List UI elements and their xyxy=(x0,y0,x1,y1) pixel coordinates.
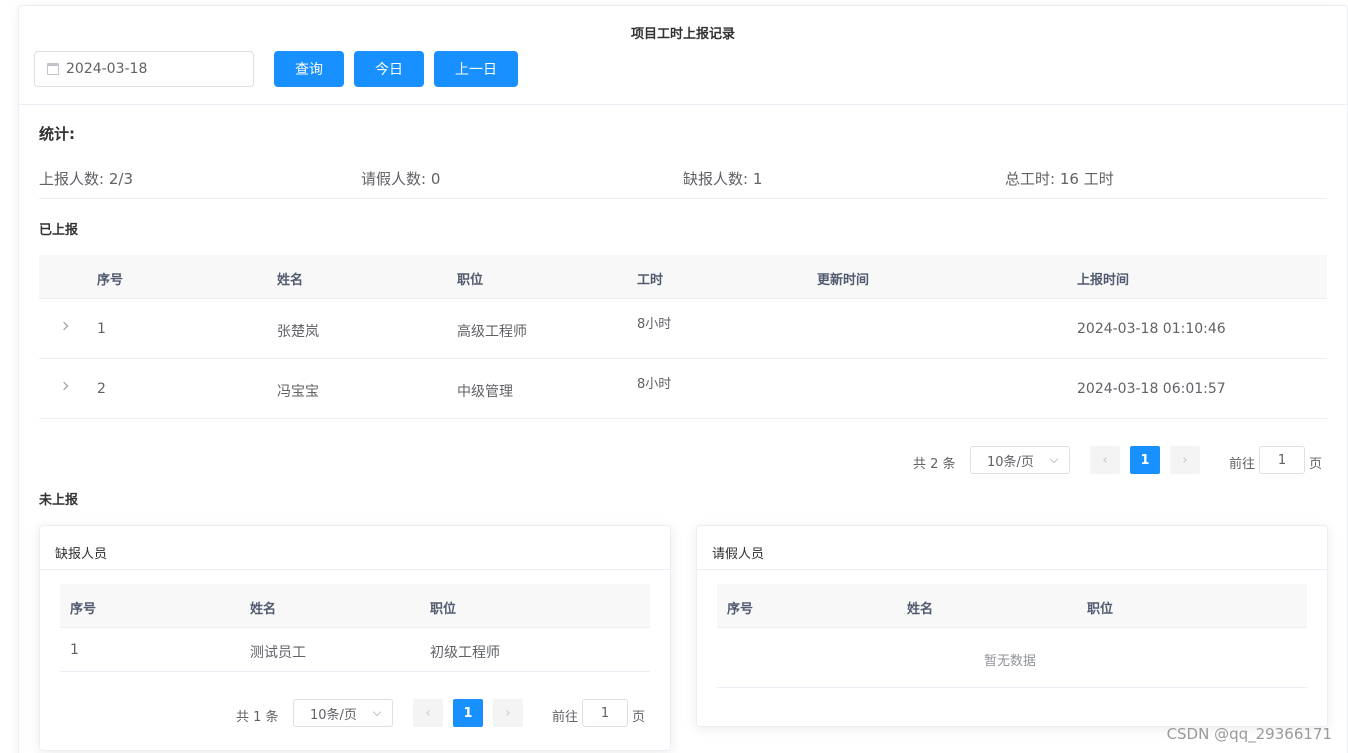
reported-table-header: 序号 姓名 职位 工时 更新时间 上报时间 xyxy=(39,255,1327,299)
watermark: CSDN @qq_29366171 xyxy=(1166,725,1332,743)
table-row: 1 测试员工 初级工程师 xyxy=(60,628,650,672)
col-name: 姓名 xyxy=(250,602,277,617)
page-title: 项目工时上报记录 xyxy=(630,27,735,42)
chevron-right-icon[interactable] xyxy=(59,321,69,331)
missing-table-header: 序号 姓名 职位 xyxy=(60,584,650,628)
leave-table: 序号 姓名 职位 暂无数据 xyxy=(717,584,1307,688)
row-hours: 8小时 xyxy=(637,317,672,332)
page-size-select[interactable]: 10条/页 xyxy=(970,446,1070,474)
stat-reported-value: 2/3 xyxy=(108,170,133,188)
goto-label: 前往 xyxy=(1229,457,1256,472)
today-button[interactable]: 今日 xyxy=(354,51,424,87)
leave-table-header: 序号 姓名 职位 xyxy=(717,584,1307,628)
page-unit-label: 页 xyxy=(632,710,646,725)
goto-label: 前往 xyxy=(552,710,579,725)
col-index: 序号 xyxy=(97,273,124,288)
stat-missing-label: 缺报人数: xyxy=(683,170,749,188)
row-index: 1 xyxy=(70,642,79,658)
leave-card-title: 请假人员 xyxy=(712,547,765,562)
unreported-section-label: 未上报 xyxy=(39,493,79,508)
row-position: 初级工程师 xyxy=(430,645,500,661)
col-reported-at: 上报时间 xyxy=(1077,273,1130,288)
table-row: 2 冯宝宝 中级管理 8小时 2024-03-18 06:01:57 xyxy=(39,359,1327,419)
chevron-right-icon: › xyxy=(505,705,511,721)
next-page-button[interactable]: › xyxy=(493,699,523,727)
row-reported-at: 2024-03-18 06:01:57 xyxy=(1077,381,1226,397)
calendar-icon xyxy=(47,63,59,75)
prev-page-button[interactable]: ‹ xyxy=(1090,446,1120,474)
row-name: 张楚岚 xyxy=(277,324,319,340)
row-position: 高级工程师 xyxy=(457,324,527,340)
col-position: 职位 xyxy=(430,602,457,617)
col-updated: 更新时间 xyxy=(817,273,870,288)
row-index: 2 xyxy=(97,381,106,397)
col-name: 姓名 xyxy=(907,602,934,617)
col-hours: 工时 xyxy=(637,273,664,288)
stat-missing-value: 1 xyxy=(752,170,763,188)
stats-title: 统计: xyxy=(39,125,75,143)
main-card: 项目工时上报记录 2024-03-18 查询 今日 上一日 统计: 上报人数: … xyxy=(18,5,1348,753)
card-header: 项目工时上报记录 2024-03-18 查询 今日 上一日 xyxy=(19,6,1347,105)
leave-card-header: 请假人员 xyxy=(697,526,1327,570)
stats-row: 上报人数: 2/3 请假人数: 0 缺报人数: 1 总工时: 16 工时 xyxy=(39,166,1327,199)
col-position: 职位 xyxy=(1087,602,1114,617)
stat-total: 总工时: 16 工时 xyxy=(1005,168,1114,189)
col-index: 序号 xyxy=(70,602,97,617)
missing-card: 缺报人员 序号 姓名 职位 1 测试员工 初级工程师 共 1 条 10条/页 ‹… xyxy=(39,525,671,751)
query-button[interactable]: 查询 xyxy=(274,51,344,87)
row-position: 中级管理 xyxy=(457,384,513,400)
page-size-select[interactable]: 10条/页 xyxy=(293,699,393,727)
date-picker[interactable]: 2024-03-18 xyxy=(34,51,254,87)
chevron-right-icon[interactable] xyxy=(59,381,69,391)
stat-reported: 上报人数: 2/3 xyxy=(39,168,133,189)
page-number-button[interactable]: 1 xyxy=(453,699,483,727)
stat-leave: 请假人数: 0 xyxy=(361,168,440,189)
chevron-left-icon: ‹ xyxy=(1102,452,1108,468)
col-position: 职位 xyxy=(457,273,484,288)
page-number-button[interactable]: 1 xyxy=(1130,446,1160,474)
chevron-right-icon: › xyxy=(1182,452,1188,468)
pager-total: 共 1 条 xyxy=(236,710,279,725)
prev-page-button[interactable]: ‹ xyxy=(413,699,443,727)
col-index: 序号 xyxy=(727,602,754,617)
page-size-value: 10条/页 xyxy=(987,454,1034,470)
goto-page-input[interactable]: 1 xyxy=(1259,446,1305,474)
missing-table: 序号 姓名 职位 1 测试员工 初级工程师 xyxy=(60,584,650,672)
stat-reported-label: 上报人数: xyxy=(39,170,105,188)
stat-leave-label: 请假人数: xyxy=(361,170,427,188)
caret-down-icon xyxy=(1049,454,1059,464)
row-hours: 8小时 xyxy=(637,377,672,392)
pager-total: 共 2 条 xyxy=(913,457,956,472)
missing-card-header: 缺报人员 xyxy=(40,526,670,570)
stat-missing: 缺报人数: 1 xyxy=(683,168,762,189)
page-size-value: 10条/页 xyxy=(310,707,357,723)
prev-day-button[interactable]: 上一日 xyxy=(434,51,518,87)
table-row: 1 张楚岚 高级工程师 8小时 2024-03-18 01:10:46 xyxy=(39,299,1327,359)
row-index: 1 xyxy=(97,321,106,337)
reported-section-label: 已上报 xyxy=(39,223,79,238)
stat-total-value: 16 工时 xyxy=(1059,170,1114,188)
stat-leave-value: 0 xyxy=(430,170,441,188)
reported-table: 序号 姓名 职位 工时 更新时间 上报时间 1 张楚岚 高级工程师 8小时 20… xyxy=(39,255,1327,420)
next-page-button[interactable]: › xyxy=(1170,446,1200,474)
col-name: 姓名 xyxy=(277,273,304,288)
row-name: 测试员工 xyxy=(250,645,306,661)
row-name: 冯宝宝 xyxy=(277,384,319,400)
page-unit-label: 页 xyxy=(1309,457,1323,472)
chevron-left-icon: ‹ xyxy=(425,705,431,721)
leave-card: 请假人员 序号 姓名 职位 暂无数据 xyxy=(696,525,1328,727)
date-picker-value: 2024-03-18 xyxy=(66,61,148,77)
row-reported-at: 2024-03-18 01:10:46 xyxy=(1077,321,1226,337)
empty-text: 暂无数据 xyxy=(984,654,1037,669)
goto-page-input[interactable]: 1 xyxy=(582,699,628,727)
caret-down-icon xyxy=(372,707,382,717)
missing-card-title: 缺报人员 xyxy=(55,547,108,562)
stat-total-label: 总工时: xyxy=(1005,170,1056,188)
